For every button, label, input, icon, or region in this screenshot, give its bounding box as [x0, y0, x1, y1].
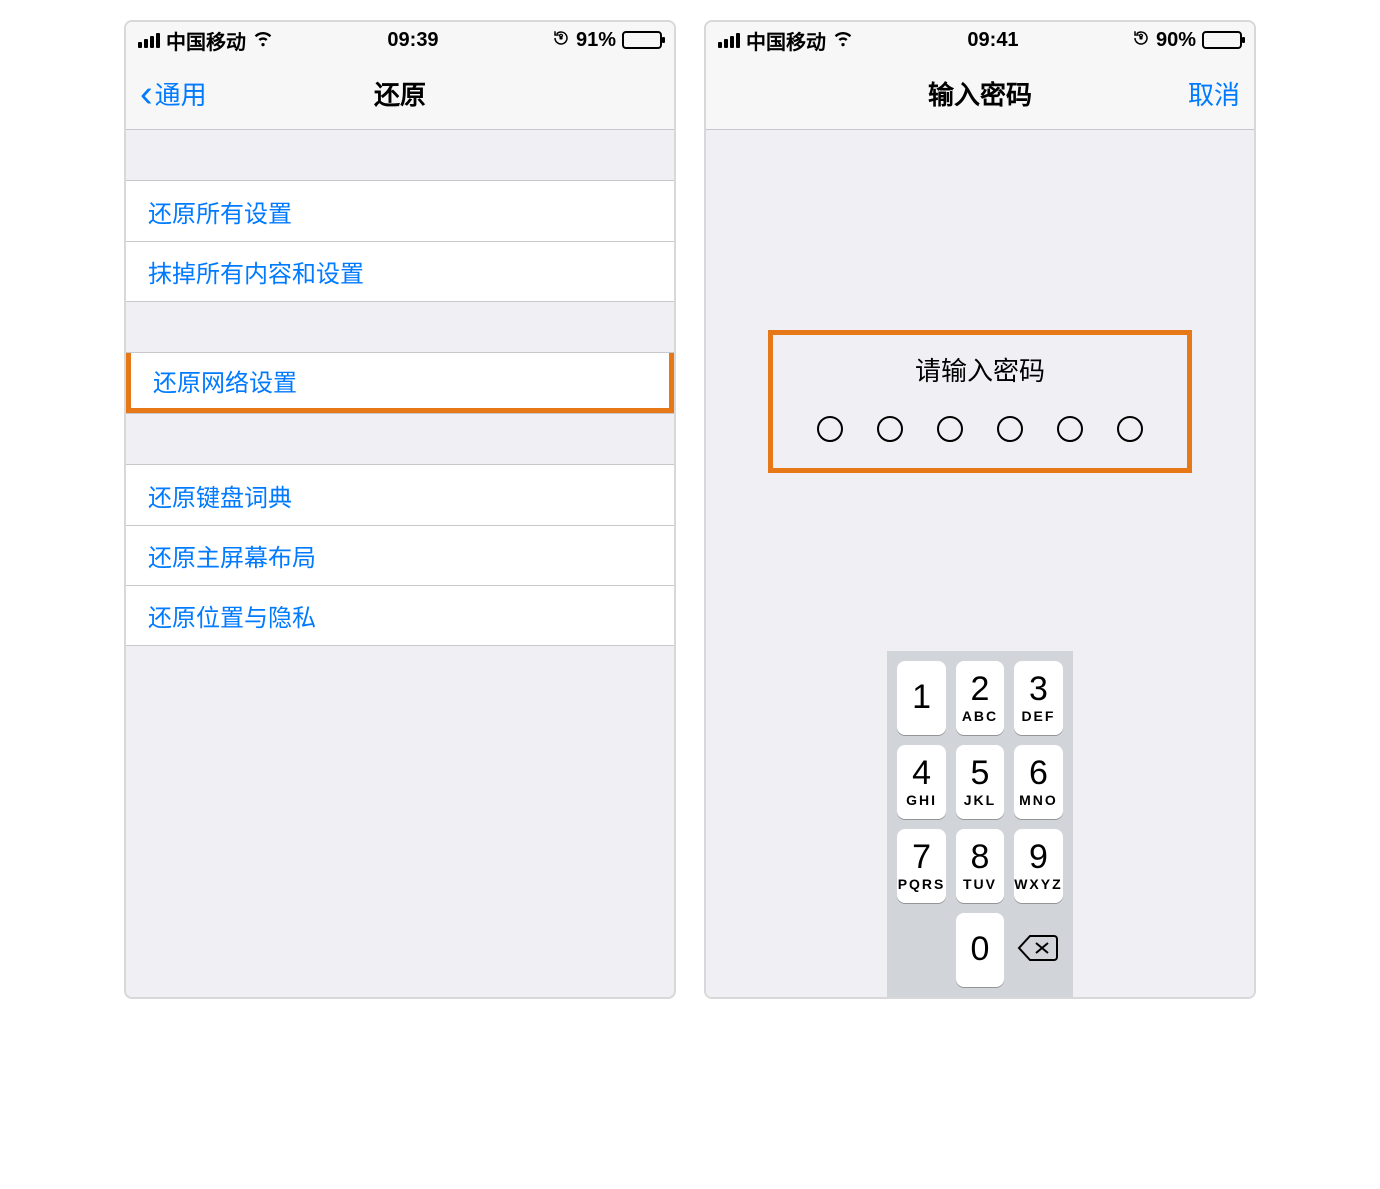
settings-group-1: 还原所有设置 抹掉所有内容和设置	[126, 180, 674, 302]
status-bar: 中国移动 09:41 90%	[706, 22, 1254, 58]
reset-all-settings-row[interactable]: 还原所有设置	[126, 181, 674, 241]
key-5[interactable]: 5 JKL	[956, 745, 1004, 819]
rotation-lock-icon	[552, 29, 570, 52]
reset-network-settings-row[interactable]: 还原网络设置	[126, 353, 674, 413]
key-delete[interactable]	[1014, 913, 1062, 987]
passcode-dots	[817, 416, 1143, 442]
cancel-button[interactable]: 取消	[1188, 75, 1240, 112]
battery-icon	[1202, 31, 1242, 49]
backspace-icon	[1016, 932, 1060, 969]
key-num: 6	[1029, 756, 1048, 790]
signal-icon	[138, 33, 160, 48]
key-letters: PQRS	[898, 876, 946, 892]
key-letters: GHI	[906, 792, 937, 808]
page-title: 还原	[126, 75, 674, 112]
key-num: 2	[971, 672, 990, 706]
settings-group-2: 还原网络设置	[126, 352, 674, 414]
key-blank	[897, 913, 945, 987]
wifi-icon	[252, 26, 274, 54]
key-letters: DEF	[1021, 708, 1055, 724]
status-time: 09:41	[967, 29, 1018, 52]
reset-keyboard-dict-row[interactable]: 还原键盘词典	[126, 465, 674, 525]
row-label: 抹掉所有内容和设置	[148, 254, 364, 289]
key-num: 4	[912, 756, 931, 790]
battery-icon	[622, 31, 662, 49]
key-num: 1	[912, 680, 931, 714]
carrier-label: 中国移动	[746, 26, 826, 55]
phone-right: 中国移动 09:41 90% 输入密码 取消 请输入密码	[704, 20, 1256, 999]
passcode-dot	[1117, 416, 1143, 442]
key-num: 9	[1029, 840, 1048, 874]
key-letters: ABC	[962, 708, 998, 724]
passcode-dot	[997, 416, 1023, 442]
passcode-prompt-box: 请输入密码	[768, 330, 1192, 473]
passcode-dot	[817, 416, 843, 442]
passcode-dot	[937, 416, 963, 442]
key-2[interactable]: 2 ABC	[956, 661, 1004, 735]
key-6[interactable]: 6 MNO	[1014, 745, 1062, 819]
passcode-area: 请输入密码 1 2 ABC 3 DEF 4 GHI 5 JKL 6 MNO 7 PQRS 8…	[706, 130, 1254, 997]
nav-bar: ‹ 通用 还原	[126, 58, 674, 130]
wifi-icon	[832, 26, 854, 54]
phone-left: 中国移动 09:39 91% ‹ 通用 还原 还原所有设置 抹掉所有内容和设置 …	[124, 20, 676, 999]
key-letters: TUV	[963, 876, 997, 892]
back-label: 通用	[155, 75, 207, 112]
key-4[interactable]: 4 GHI	[897, 745, 945, 819]
reset-home-layout-row[interactable]: 还原主屏幕布局	[126, 525, 674, 585]
rotation-lock-icon	[1132, 29, 1150, 52]
reset-location-privacy-row[interactable]: 还原位置与隐私	[126, 585, 674, 645]
chevron-left-icon: ‹	[140, 75, 153, 113]
back-button[interactable]: ‹ 通用	[140, 75, 207, 113]
key-num: 8	[971, 840, 990, 874]
key-num: 3	[1029, 672, 1048, 706]
key-9[interactable]: 9 WXYZ	[1014, 829, 1062, 903]
settings-group-3: 还原键盘词典 还原主屏幕布局 还原位置与隐私	[126, 464, 674, 646]
settings-content: 还原所有设置 抹掉所有内容和设置 还原网络设置 还原键盘词典 还原主屏幕布局 还…	[126, 130, 674, 997]
key-letters: JKL	[964, 792, 996, 808]
battery-pct: 90%	[1156, 29, 1196, 52]
status-bar: 中国移动 09:39 91%	[126, 22, 674, 58]
passcode-dot	[877, 416, 903, 442]
status-right: 90%	[1132, 29, 1242, 52]
signal-icon	[718, 33, 740, 48]
passcode-prompt: 请输入密码	[915, 351, 1045, 388]
key-3[interactable]: 3 DEF	[1014, 661, 1062, 735]
nav-bar: 输入密码 取消	[706, 58, 1254, 130]
page-title: 输入密码	[706, 75, 1254, 112]
key-num: 5	[971, 756, 990, 790]
status-left: 中国移动	[138, 26, 274, 55]
status-left: 中国移动	[718, 26, 854, 55]
passcode-dot	[1057, 416, 1083, 442]
row-label: 还原键盘词典	[148, 478, 292, 513]
battery-pct: 91%	[576, 29, 616, 52]
status-right: 91%	[552, 29, 662, 52]
status-time: 09:39	[387, 29, 438, 52]
row-label: 还原主屏幕布局	[148, 538, 316, 573]
carrier-label: 中国移动	[166, 26, 246, 55]
key-num: 7	[912, 840, 931, 874]
row-label: 还原所有设置	[148, 194, 292, 229]
key-0[interactable]: 0	[956, 913, 1004, 987]
numeric-keypad: 1 2 ABC 3 DEF 4 GHI 5 JKL 6 MNO 7 PQRS 8 TUV 9 W…	[887, 651, 1072, 997]
key-1[interactable]: 1	[897, 661, 945, 735]
erase-all-content-row[interactable]: 抹掉所有内容和设置	[126, 241, 674, 301]
key-letters: MNO	[1019, 792, 1058, 808]
key-8[interactable]: 8 TUV	[956, 829, 1004, 903]
key-7[interactable]: 7 PQRS	[897, 829, 945, 903]
key-letters: WXYZ	[1014, 876, 1062, 892]
key-num: 0	[971, 932, 990, 966]
row-label: 还原网络设置	[153, 363, 297, 398]
row-label: 还原位置与隐私	[148, 598, 316, 633]
